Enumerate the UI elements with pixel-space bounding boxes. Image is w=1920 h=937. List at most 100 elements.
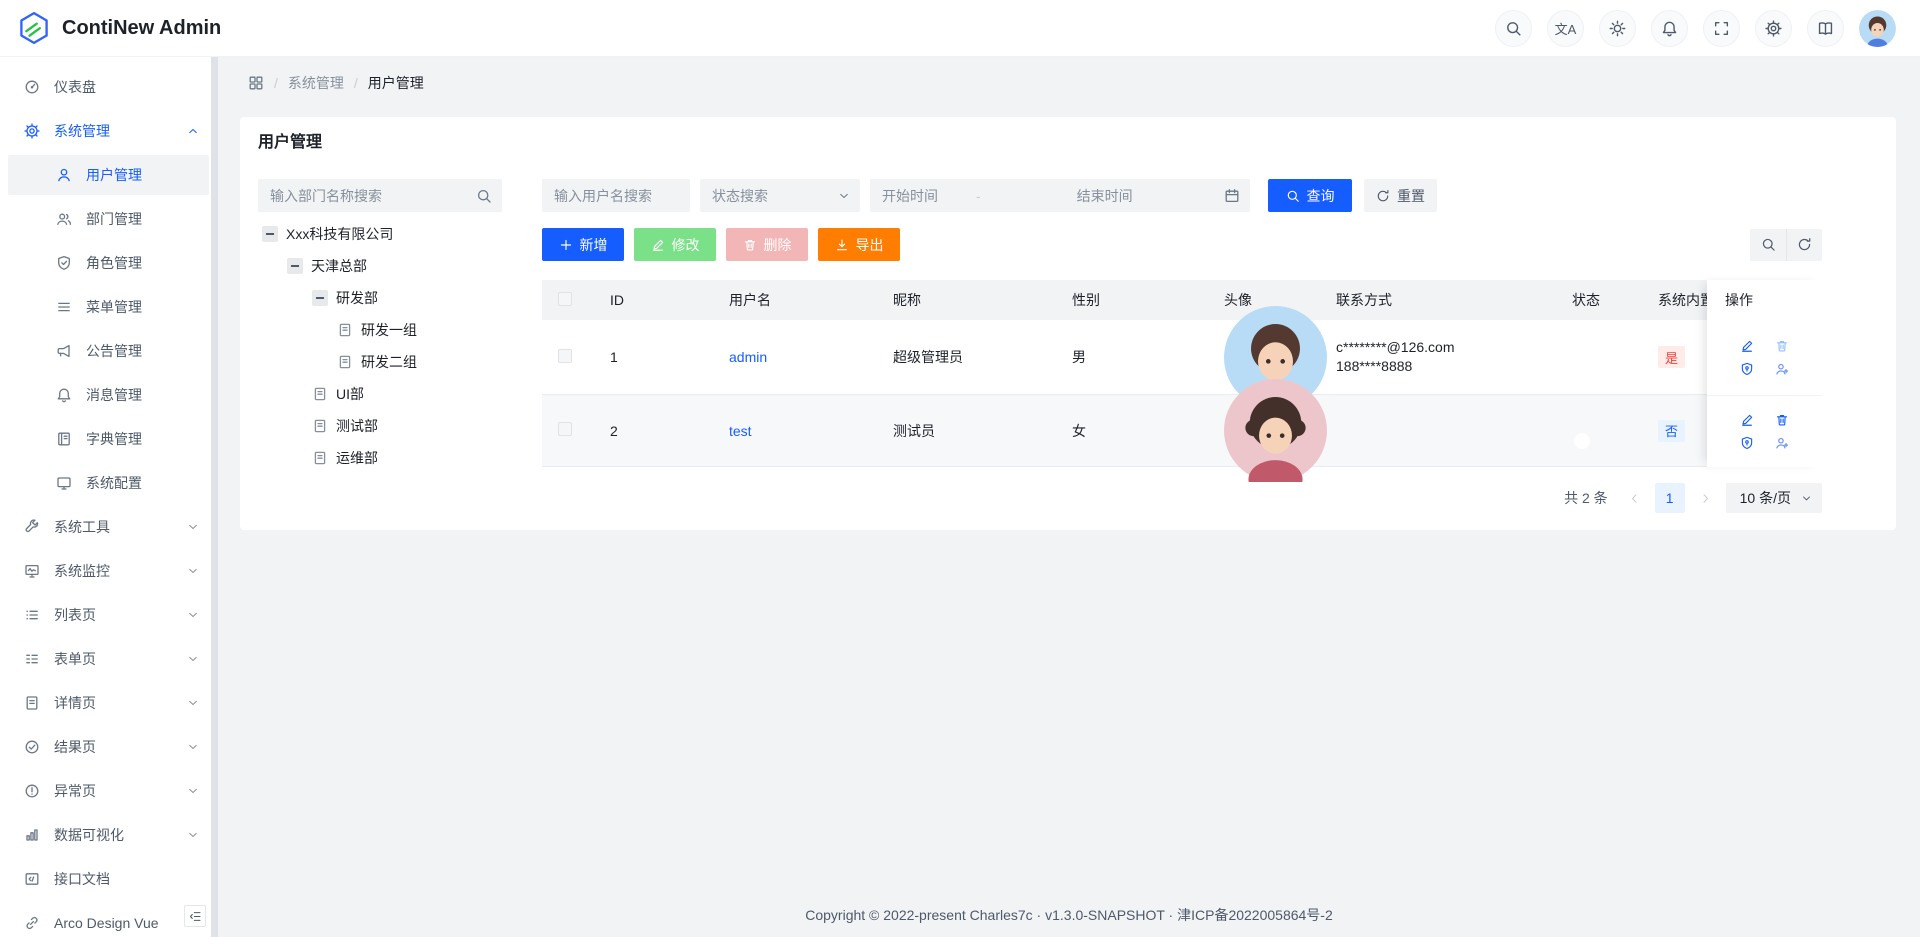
sidebar-item-menu-management[interactable]: 菜单管理 — [8, 287, 209, 327]
header-translate-button[interactable]: 文A — [1547, 10, 1584, 47]
edit-row-icon[interactable] — [1740, 413, 1754, 427]
edit-row-icon[interactable] — [1740, 339, 1754, 353]
tree-node-ui-dept[interactable]: UI部 — [258, 378, 502, 410]
reset-password-icon[interactable] — [1740, 362, 1754, 376]
username-link[interactable]: test — [729, 423, 752, 439]
query-button[interactable]: 查询 — [1268, 179, 1352, 212]
apps-grid-icon[interactable] — [248, 75, 264, 91]
sidebar-item-list-pages[interactable]: 列表页 — [8, 595, 209, 635]
tree-node-label: 天津总部 — [311, 256, 367, 276]
pencil-icon — [651, 238, 665, 252]
chevron-down-icon — [187, 521, 199, 533]
menu-fold-icon — [189, 910, 202, 923]
sidebar-item-announcement-management[interactable]: 公告管理 — [8, 331, 209, 371]
sidebar-item-dashboard[interactable]: 仪表盘 — [8, 67, 209, 107]
tree-node-rd-group1[interactable]: 研发一组 — [258, 314, 502, 346]
header-fullscreen-button[interactable] — [1703, 10, 1740, 47]
tree-node-test-dept[interactable]: 测试部 — [258, 410, 502, 442]
pagination-page-1[interactable]: 1 — [1655, 483, 1685, 513]
sidebar-item-system-config[interactable]: 系统配置 — [8, 463, 209, 503]
chevron-down-icon — [1801, 493, 1812, 504]
start-date-placeholder: 开始时间 — [882, 186, 938, 206]
page-size-select[interactable]: 10 条/页 — [1726, 483, 1822, 513]
collapse-node-icon[interactable] — [287, 258, 303, 274]
sidebar-item-exception-pages[interactable]: 异常页 — [8, 771, 209, 811]
date-range-picker[interactable]: 开始时间 - 结束时间 — [870, 179, 1250, 212]
tree-node-company[interactable]: Xxx科技有限公司 — [258, 218, 502, 250]
reset-password-icon[interactable] — [1740, 436, 1754, 450]
sidebar-item-api-docs[interactable]: 接口文档 — [8, 859, 209, 899]
status-select-placeholder: 状态搜索 — [712, 186, 768, 206]
cell-gender: 男 — [1063, 347, 1215, 367]
sidebar-item-data-visualization[interactable]: 数据可视化 — [8, 815, 209, 855]
collapse-sidebar-button[interactable] — [184, 905, 206, 927]
export-button-label: 导出 — [856, 235, 884, 255]
users-icon — [56, 211, 72, 227]
tree-node-label: 研发二组 — [361, 352, 417, 372]
header-settings-button[interactable] — [1755, 10, 1792, 47]
header-theme-button[interactable] — [1599, 10, 1636, 47]
sidebar-item-form-pages[interactable]: 表单页 — [8, 639, 209, 679]
table-header-row: ID 用户名 昵称 性别 头像 联系方式 状态 系统内置 — [542, 280, 1822, 320]
breadcrumb: / 系统管理 / 用户管理 — [218, 57, 1920, 93]
export-button[interactable]: 导出 — [818, 228, 900, 261]
delete-row-icon[interactable] — [1775, 413, 1789, 427]
sidebar-item-detail-pages[interactable]: 详情页 — [8, 683, 209, 723]
reset-button[interactable]: 重置 — [1364, 179, 1437, 212]
assign-role-icon[interactable] — [1775, 362, 1789, 376]
header-docs-button[interactable] — [1807, 10, 1844, 47]
pagination-next-button[interactable] — [1699, 492, 1712, 505]
header-notifications-button[interactable] — [1651, 10, 1688, 47]
tree-node-tianjin-hq[interactable]: 天津总部 — [258, 250, 502, 282]
username-search-input[interactable] — [554, 188, 680, 204]
sidebar-item-result-pages[interactable]: 结果页 — [8, 727, 209, 767]
add-button[interactable]: 新增 — [542, 228, 624, 261]
row-checkbox[interactable] — [558, 422, 572, 436]
status-select[interactable]: 状态搜索 — [700, 179, 860, 212]
refresh-icon — [1797, 237, 1812, 252]
list-icon — [24, 607, 40, 623]
breadcrumb-item-system[interactable]: 系统管理 — [288, 73, 344, 93]
tree-node-rd-group2[interactable]: 研发二组 — [258, 346, 502, 378]
department-search-input[interactable] — [270, 188, 476, 204]
collapse-node-icon[interactable] — [262, 226, 278, 242]
sidebar-item-message-management[interactable]: 消息管理 — [8, 375, 209, 415]
header-search-button[interactable] — [1495, 10, 1532, 47]
column-header-actions: 操作 — [1707, 280, 1822, 320]
file-icon — [24, 695, 40, 711]
sidebar-item-dept-management[interactable]: 部门管理 — [8, 199, 209, 239]
tree-node-ops-dept[interactable]: 运维部 — [258, 442, 502, 474]
delete-button[interactable]: 删除 — [726, 228, 808, 261]
sidebar-item-label: 仪表盘 — [54, 77, 96, 97]
user-avatar[interactable] — [1859, 10, 1896, 47]
table-search-toggle-button[interactable] — [1750, 229, 1786, 261]
edit-button[interactable]: 修改 — [634, 228, 716, 261]
row-checkbox[interactable] — [558, 349, 572, 363]
collapse-node-icon[interactable] — [312, 290, 328, 306]
app-logo-icon — [16, 10, 52, 46]
sidebar-item-user-management[interactable]: 用户管理 — [8, 155, 209, 195]
username-link[interactable]: admin — [729, 349, 767, 365]
sidebar-item-system-tools[interactable]: 系统工具 — [8, 507, 209, 547]
logo-area[interactable]: ContiNew Admin — [16, 10, 221, 46]
sidebar-item-system-management[interactable]: 系统管理 — [8, 111, 209, 151]
sidebar-item-system-monitor[interactable]: 系统监控 — [8, 551, 209, 591]
sidebar-item-arco-design-vue[interactable]: Arco Design Vue — [8, 903, 209, 937]
pagination-prev-button[interactable] — [1628, 492, 1641, 505]
tree-node-rd-dept[interactable]: 研发部 — [258, 282, 502, 314]
chevron-down-icon — [187, 609, 199, 621]
monitor-pulse-icon — [24, 563, 40, 579]
pagination: 共 2 条 1 10 条/页 — [542, 483, 1822, 513]
sidebar-item-label: 系统配置 — [86, 473, 142, 493]
sidebar-item-dict-management[interactable]: 字典管理 — [8, 419, 209, 459]
table-refresh-button[interactable] — [1786, 229, 1822, 261]
sidebar-scrollbar[interactable] — [211, 57, 218, 937]
shield-check-icon — [56, 255, 72, 271]
sidebar-item-role-management[interactable]: 角色管理 — [8, 243, 209, 283]
select-all-checkbox[interactable] — [558, 292, 572, 306]
plus-icon — [559, 238, 573, 252]
assign-role-icon[interactable] — [1775, 436, 1789, 450]
sidebar-item-label: 字典管理 — [86, 429, 142, 449]
department-panel: Xxx科技有限公司 天津总部 研发部 研发一组 — [258, 179, 502, 513]
delete-row-icon[interactable] — [1775, 339, 1789, 353]
